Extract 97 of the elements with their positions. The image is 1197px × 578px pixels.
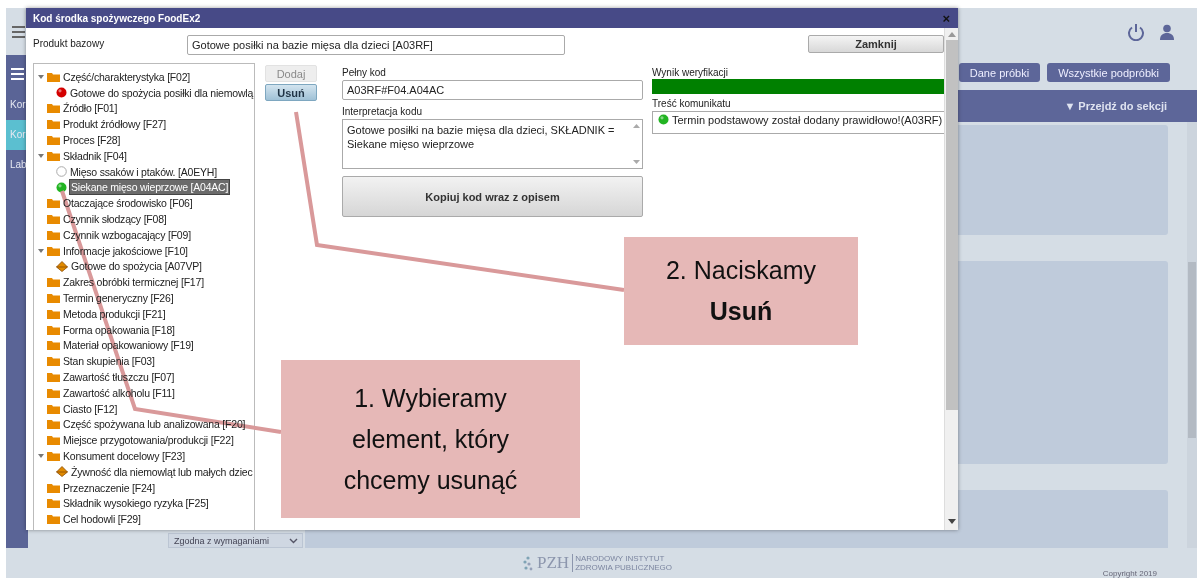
tree-item[interactable]: Proces [F28] — [62, 133, 122, 148]
tree-item[interactable]: Czynnik wzbogacający [F09] — [62, 227, 192, 242]
institute-name: NARODOWY INSTYTUT — [575, 554, 666, 563]
folder-icon — [47, 324, 60, 335]
tab-button[interactable]: Dane próbki — [958, 63, 1041, 82]
folder-icon — [47, 372, 60, 383]
expand-arrow-icon[interactable] — [38, 248, 44, 253]
sidebar-item[interactable]: Lab — [6, 150, 28, 180]
folder-icon — [47, 214, 60, 225]
folder-icon — [47, 71, 60, 82]
scrollbar[interactable] — [1187, 122, 1197, 548]
close-button[interactable]: Zamknij — [808, 35, 944, 53]
field-label: Treść komunikatu — [652, 98, 732, 109]
expand-arrow-icon[interactable] — [38, 153, 44, 158]
tree-item[interactable]: Czynnik słodzący [F08] — [62, 212, 168, 227]
tree-item[interactable]: Źródło [F01] — [62, 101, 119, 116]
menu-icon — [12, 24, 25, 39]
callout-text: 2. Naciskamy Usuń — [664, 255, 817, 327]
tree-item[interactable]: Część spożywana lub analizowana [F20] — [62, 417, 247, 432]
expand-arrow-icon[interactable] — [38, 74, 44, 79]
tree-item[interactable]: Informacje jakościowe [F10] — [62, 243, 189, 258]
scroll-down-icon — [632, 160, 640, 164]
folder-icon — [47, 514, 60, 525]
power-icon — [1127, 22, 1145, 41]
empty-circle-icon — [56, 166, 67, 178]
scrollbar[interactable] — [944, 28, 958, 530]
user-icon — [1159, 23, 1175, 40]
folder-icon — [47, 150, 60, 161]
tree-item[interactable]: Zakres obróbki termicznej [F17] — [62, 275, 205, 290]
tree-item[interactable]: Ciasto [F12] — [62, 401, 119, 416]
institute-name: ZDROWIA PUBLICZNEGO — [575, 563, 673, 572]
action-button[interactable]: Usuń — [265, 84, 317, 101]
folder-icon — [47, 135, 60, 146]
folder-icon — [47, 498, 60, 509]
tree-item[interactable]: Stan skupienia [F03] — [62, 354, 156, 369]
tree-item[interactable]: Żywność dla niemowląt lub małych dziec — [70, 464, 254, 479]
tree-item[interactable]: Składnik [F04] — [62, 148, 128, 163]
folder-icon — [47, 403, 60, 414]
tree-item[interactable]: Część/charakterystyka [F02] — [62, 69, 192, 84]
diamond-icon — [56, 466, 68, 478]
tree-item[interactable]: Materiał opakowaniowy [F19] — [62, 338, 195, 353]
dialog-title: Kod środka spożywczego FoodEx2 — [33, 12, 201, 24]
folder-icon — [47, 482, 60, 493]
tree-item[interactable]: Gotowe do spożycia [A07VP] — [70, 259, 203, 274]
tree-item[interactable]: Miejsce przygotowania/produkcji [F22] — [62, 433, 235, 448]
folder-icon — [47, 356, 60, 367]
scroll-down-icon — [947, 519, 956, 524]
folder-icon — [47, 293, 60, 304]
full-code-field[interactable]: A03RF#F04.A04AC — [342, 80, 643, 100]
tree-item[interactable]: Składnik wysokiego ryzyka [F25] — [62, 496, 210, 511]
logo-text: PZH — [537, 553, 570, 573]
sidebar-item[interactable]: Kor — [6, 90, 28, 120]
folder-icon — [47, 435, 60, 446]
expand-arrow-icon[interactable] — [38, 454, 44, 458]
field-label: Interpretacja kodu — [342, 106, 424, 117]
message-text: Termin podstawowy został dodany prawidłowo!(A03RF) — [672, 114, 943, 126]
folder-icon — [47, 419, 60, 430]
logo-icon — [522, 555, 534, 571]
tree-item[interactable]: Gotowe do spożycia posiłki dla niemowlą — [69, 85, 254, 100]
tree-item[interactable]: Zawartość tłuszczu [F07] — [62, 370, 176, 385]
folder-icon — [47, 229, 60, 240]
base-product-field[interactable]: Gotowe posiłki na bazie mięsa dla dzieci [A03RF] — [187, 35, 565, 55]
interpretation-field[interactable]: Gotowe posiłki na bazie mięsa dla dzieci, SKŁADNIK = Siekane mięso wieprzowe — [342, 119, 643, 169]
diamond-icon — [56, 260, 68, 272]
chevron-down-icon — [289, 537, 298, 544]
folder-icon — [47, 198, 60, 209]
tree-item[interactable]: Zawartość alkoholu [F11] — [62, 385, 176, 400]
folder-icon — [47, 340, 60, 351]
field-label: Pełny kod — [342, 67, 387, 78]
folder-icon — [47, 277, 60, 288]
tree-item[interactable]: Cel hodowli [F29] — [62, 512, 142, 527]
tab-button[interactable]: Wszystkie podpróbki — [1047, 63, 1170, 82]
tree-item[interactable]: Przeznaczenie [F24] — [62, 480, 156, 495]
folder-icon — [47, 308, 60, 319]
folder-icon — [47, 451, 60, 461]
tree-item[interactable]: Otaczające środowisko [F06] — [62, 196, 194, 211]
tree-item[interactable]: Siekane mięso wieprzowe [A04AC] — [69, 179, 231, 196]
menu-icon — [11, 68, 24, 80]
tree-item[interactable]: Termin generyczny [F26] — [62, 291, 175, 306]
scroll-up-icon — [632, 124, 640, 128]
folder-icon — [47, 119, 60, 130]
copy-code-button[interactable]: Kopiuj kod wraz z opisem — [342, 176, 643, 217]
copyright-text: Copyright 2019 — [1102, 569, 1157, 578]
scroll-up-icon — [947, 32, 956, 37]
folder-icon — [47, 245, 60, 256]
callout-text: 1. Wybieramy element, który chcemy usunąć — [342, 382, 519, 496]
tree-item[interactable]: Produkt źródłowy [F27] — [62, 117, 167, 132]
tree-item[interactable]: Metoda produkcji [F21] — [62, 306, 167, 321]
field-label: Wynik weryfikacji — [652, 67, 730, 78]
folder-icon — [47, 387, 60, 398]
tree-item[interactable]: Konsument docelowy [F23] — [62, 449, 186, 463]
tree-item[interactable]: Mięso ssaków i ptaków. [A0EYH] — [69, 164, 218, 179]
field-label: Produkt bazowy — [33, 37, 106, 49]
section-menu-link[interactable]: ▼ Przejdź do sekcji — [1064, 100, 1167, 112]
folder-icon — [47, 103, 60, 114]
tree-item[interactable]: Forma opakowania [F18] — [62, 322, 176, 337]
status-dropdown[interactable]: Zgodna z wymaganiami — [168, 533, 303, 548]
